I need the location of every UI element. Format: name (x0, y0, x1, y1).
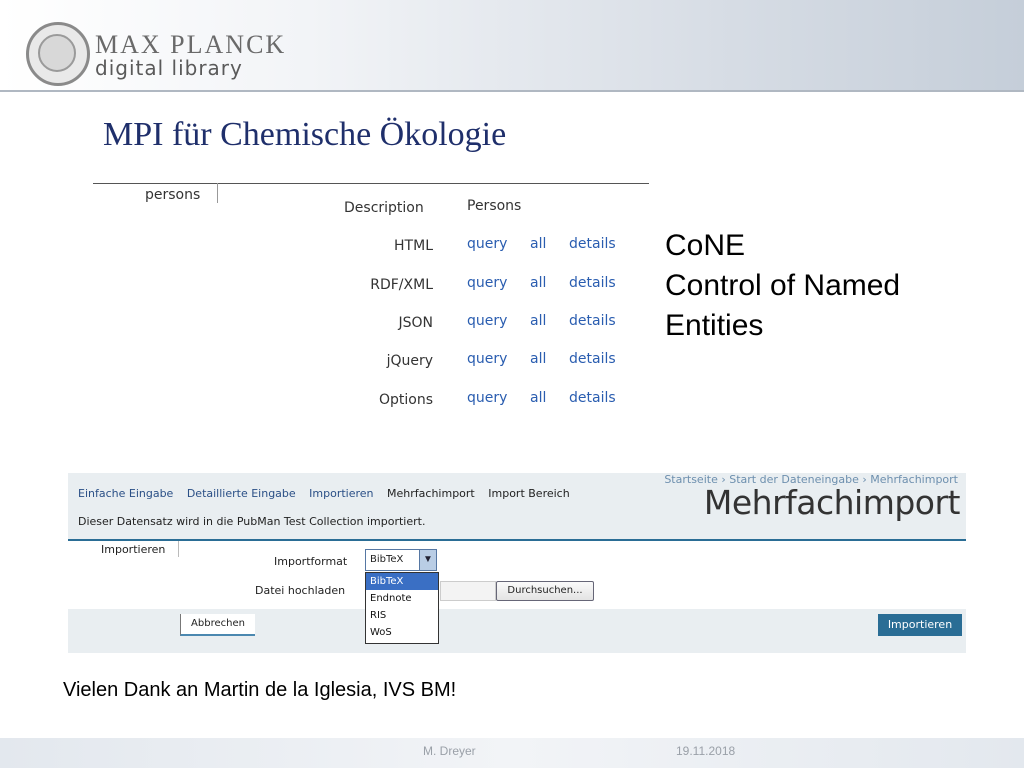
query-link[interactable]: query (467, 390, 507, 406)
nav-mehrfachimport[interactable]: Mehrfachimport (387, 487, 475, 500)
import-info-text: Dieser Datensatz wird in die PubMan Test… (78, 515, 426, 528)
cone-row: jQuery query all details (330, 351, 650, 375)
cone-caption-line: Entities (665, 309, 764, 342)
query-link[interactable]: query (467, 313, 507, 329)
chevron-down-icon[interactable]: ▼ (419, 550, 436, 570)
header-divider (0, 90, 1024, 92)
format-label: jQuery (386, 353, 433, 369)
import-format-select[interactable]: BibTeX ▼ (365, 549, 437, 571)
import-format-label: Importformat (274, 555, 348, 568)
tab-label: Importieren (101, 543, 166, 556)
import-nav: Einfache Eingabe Detaillierte Eingabe Im… (78, 487, 580, 500)
format-label: JSON (398, 315, 433, 331)
selected-format: BibTeX (370, 554, 404, 565)
details-link[interactable]: details (569, 351, 616, 367)
query-link[interactable]: query (467, 351, 507, 367)
query-link[interactable]: query (467, 275, 507, 291)
upload-label: Datei hochladen (255, 584, 346, 597)
browse-button[interactable]: Durchsuchen... (496, 581, 594, 601)
format-dropdown-list: BibTeX Endnote RIS WoS (365, 572, 439, 644)
nav-importieren[interactable]: Importieren (309, 487, 373, 500)
cone-description-label: Description (344, 200, 424, 216)
query-link[interactable]: query (467, 236, 507, 252)
footer-date: 19.11.2018 (676, 744, 736, 758)
details-link[interactable]: details (569, 390, 616, 406)
details-link[interactable]: details (569, 275, 616, 291)
cone-description-value: Persons (467, 198, 522, 214)
seal-center (38, 34, 76, 72)
nav-detaillierte-eingabe[interactable]: Detaillierte Eingabe (187, 487, 296, 500)
cone-caption: CoNE Control of Named Entities (665, 226, 900, 346)
format-label: RDF/XML (370, 277, 433, 293)
footer-bar (0, 738, 1024, 768)
cancel-button[interactable]: Abbrechen (180, 614, 255, 636)
all-link[interactable]: all (530, 275, 546, 291)
file-path-field[interactable] (440, 581, 496, 601)
import-screenshot: Startseite › Start der Dateneingabe › Me… (68, 473, 966, 653)
page-title: MPI für Chemische Ökologie (103, 116, 507, 153)
format-label: HTML (394, 238, 433, 254)
tab-importieren[interactable]: Importieren (68, 541, 179, 557)
format-label: Options (378, 392, 433, 408)
all-link[interactable]: all (530, 351, 546, 367)
logo-subtitle: digital library (95, 56, 243, 80)
cone-row: RDF/XML query all details (330, 275, 650, 299)
all-link[interactable]: all (530, 236, 546, 252)
cone-row: HTML query all details (330, 236, 650, 260)
import-button[interactable]: Importieren (878, 614, 962, 636)
cone-tab[interactable]: persons (93, 183, 218, 203)
all-link[interactable]: all (530, 313, 546, 329)
format-option[interactable]: RIS (366, 607, 438, 624)
footer-author: M. Dreyer (423, 744, 476, 758)
nav-einfache-eingabe[interactable]: Einfache Eingabe (78, 487, 173, 500)
import-heading: Mehrfachimport (703, 483, 961, 522)
format-option[interactable]: WoS (366, 624, 438, 641)
nav-import-bereich[interactable]: Import Bereich (488, 487, 569, 500)
cone-caption-line: CoNE (665, 229, 746, 262)
max-planck-seal-logo (26, 22, 90, 86)
cone-tab-label: persons (145, 187, 201, 203)
cone-row: JSON query all details (330, 313, 650, 337)
cone-caption-line: Control of Named (665, 269, 901, 302)
format-option[interactable]: BibTeX (366, 573, 438, 590)
format-option[interactable]: Endnote (366, 590, 438, 607)
all-link[interactable]: all (530, 390, 546, 406)
cone-row: Options query all details (330, 390, 650, 414)
details-link[interactable]: details (569, 236, 616, 252)
acknowledgement-text: Vielen Dank an Martin de la Iglesia, IVS… (63, 679, 457, 701)
details-link[interactable]: details (569, 313, 616, 329)
